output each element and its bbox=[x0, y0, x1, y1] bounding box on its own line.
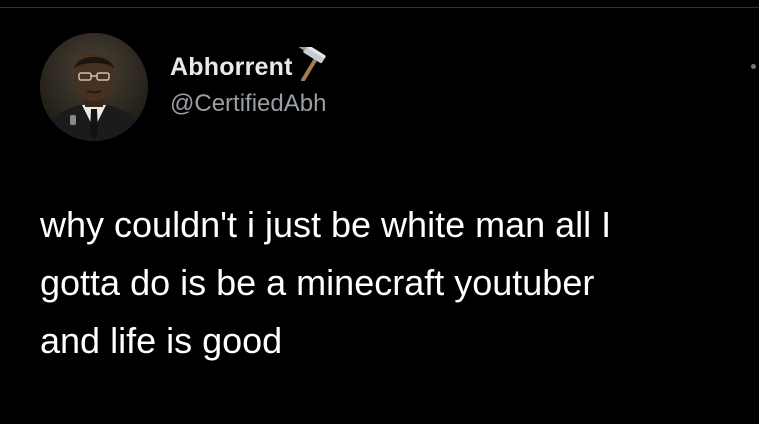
avatar-image bbox=[40, 33, 148, 141]
avatar[interactable] bbox=[40, 33, 148, 141]
tweet-text: why couldn't i just be white man all I g… bbox=[40, 204, 612, 361]
more-options-icon[interactable] bbox=[751, 64, 756, 69]
display-name-row: Abhorrent bbox=[170, 42, 329, 84]
display-name[interactable]: Abhorrent bbox=[170, 53, 293, 82]
tweet-card: Abhorrent @CertifiedAbh why couldn't i j… bbox=[0, 0, 759, 424]
hammer-icon bbox=[293, 42, 329, 82]
handle[interactable]: @CertifiedAbh bbox=[170, 90, 326, 118]
divider bbox=[0, 7, 759, 8]
